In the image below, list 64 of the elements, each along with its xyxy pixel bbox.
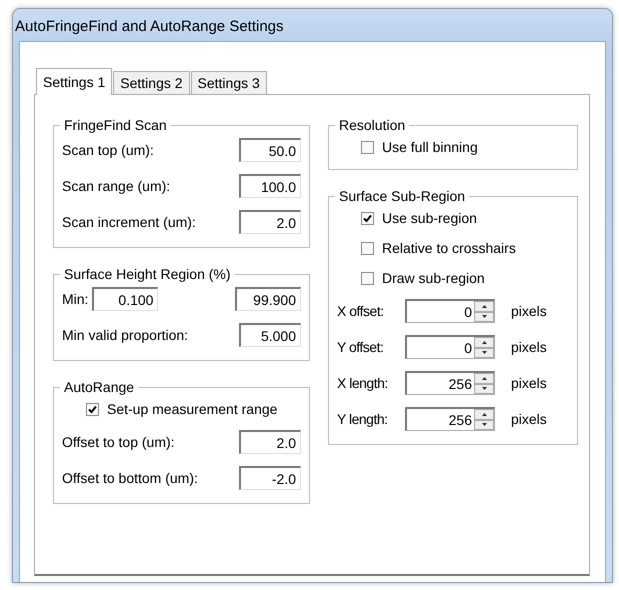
field-label: Min valid proportion: bbox=[62, 327, 190, 343]
field-label: X offset: bbox=[337, 303, 385, 319]
unit-label: pixels bbox=[511, 339, 547, 355]
tab[interactable]: Settings 2 bbox=[113, 71, 190, 94]
checkbox-label: Use full binning bbox=[382, 139, 478, 155]
up-arrow-icon bbox=[482, 412, 486, 416]
checkbox-label: Relative to crosshairs bbox=[382, 240, 516, 256]
checkbox[interactable] bbox=[86, 402, 99, 416]
input-field[interactable]: 2.0 bbox=[239, 210, 301, 234]
spin-down-button[interactable] bbox=[474, 420, 494, 430]
field-label: Scan increment (um): bbox=[62, 214, 197, 230]
input-field[interactable]: -2.0 bbox=[239, 466, 301, 490]
input-field[interactable]: 5.000 bbox=[239, 323, 301, 347]
group-title: Surface Sub-Region bbox=[338, 188, 466, 204]
field-label: Offset to top (um): bbox=[62, 434, 176, 450]
check-icon bbox=[363, 214, 372, 222]
unit-label: pixels bbox=[511, 411, 547, 427]
field-label: Y offset: bbox=[337, 339, 384, 355]
field-label: X length: bbox=[337, 375, 389, 391]
field-label: Y length: bbox=[337, 411, 389, 427]
window-title: AutoFringeFind and AutoRange Settings bbox=[15, 18, 284, 35]
group-title: FringeFind Scan bbox=[63, 117, 168, 133]
checkbox[interactable] bbox=[361, 242, 374, 254]
spin-field[interactable]: 0 bbox=[405, 335, 495, 359]
input-field[interactable]: 99.900 bbox=[235, 287, 301, 311]
down-arrow-icon bbox=[482, 387, 486, 390]
field-label: Scan range (um): bbox=[62, 178, 172, 194]
up-arrow-icon bbox=[482, 340, 486, 344]
spin-field[interactable]: 256 bbox=[405, 407, 495, 431]
checkbox-label: Draw sub-region bbox=[382, 270, 485, 286]
spin-up-button[interactable] bbox=[474, 409, 494, 420]
input-field[interactable]: 0.100 bbox=[92, 287, 158, 311]
group-title: Surface Height Region (%) bbox=[63, 266, 232, 282]
field-label: Min: bbox=[62, 291, 88, 307]
group-title: Resolution bbox=[338, 117, 406, 133]
checkbox[interactable] bbox=[361, 272, 374, 284]
unit-label: pixels bbox=[511, 303, 547, 319]
input-field[interactable]: 2.0 bbox=[239, 430, 301, 454]
up-arrow-icon bbox=[482, 376, 486, 380]
spin-field[interactable]: 256 bbox=[405, 371, 495, 395]
field-label: Scan top (um): bbox=[62, 142, 155, 158]
field-label: Offset to bottom (um): bbox=[62, 470, 199, 486]
down-arrow-icon bbox=[482, 423, 486, 426]
check-icon bbox=[88, 404, 97, 414]
tab[interactable]: Settings 1 bbox=[36, 68, 112, 95]
spin-field[interactable]: 0 bbox=[405, 299, 495, 323]
input-field[interactable]: 50.0 bbox=[239, 138, 301, 162]
spin-up-button[interactable] bbox=[474, 373, 494, 384]
down-arrow-icon bbox=[482, 351, 486, 354]
input-field[interactable]: 100.0 bbox=[239, 174, 301, 198]
checkbox-label: Set-up measurement range bbox=[107, 401, 278, 417]
up-arrow-icon bbox=[482, 304, 486, 308]
spin-down-button[interactable] bbox=[474, 312, 494, 322]
checkbox-label: Use sub-region bbox=[382, 210, 477, 226]
tab[interactable]: Settings 3 bbox=[190, 71, 267, 94]
checkbox[interactable] bbox=[361, 212, 374, 224]
spin-down-button[interactable] bbox=[474, 384, 494, 394]
down-arrow-icon bbox=[482, 315, 486, 318]
spin-down-button[interactable] bbox=[474, 348, 494, 358]
spin-up-button[interactable] bbox=[474, 301, 494, 312]
spin-up-button[interactable] bbox=[474, 337, 494, 348]
checkbox[interactable] bbox=[361, 140, 374, 154]
group-title: AutoRange bbox=[63, 379, 136, 395]
unit-label: pixels bbox=[511, 375, 547, 391]
